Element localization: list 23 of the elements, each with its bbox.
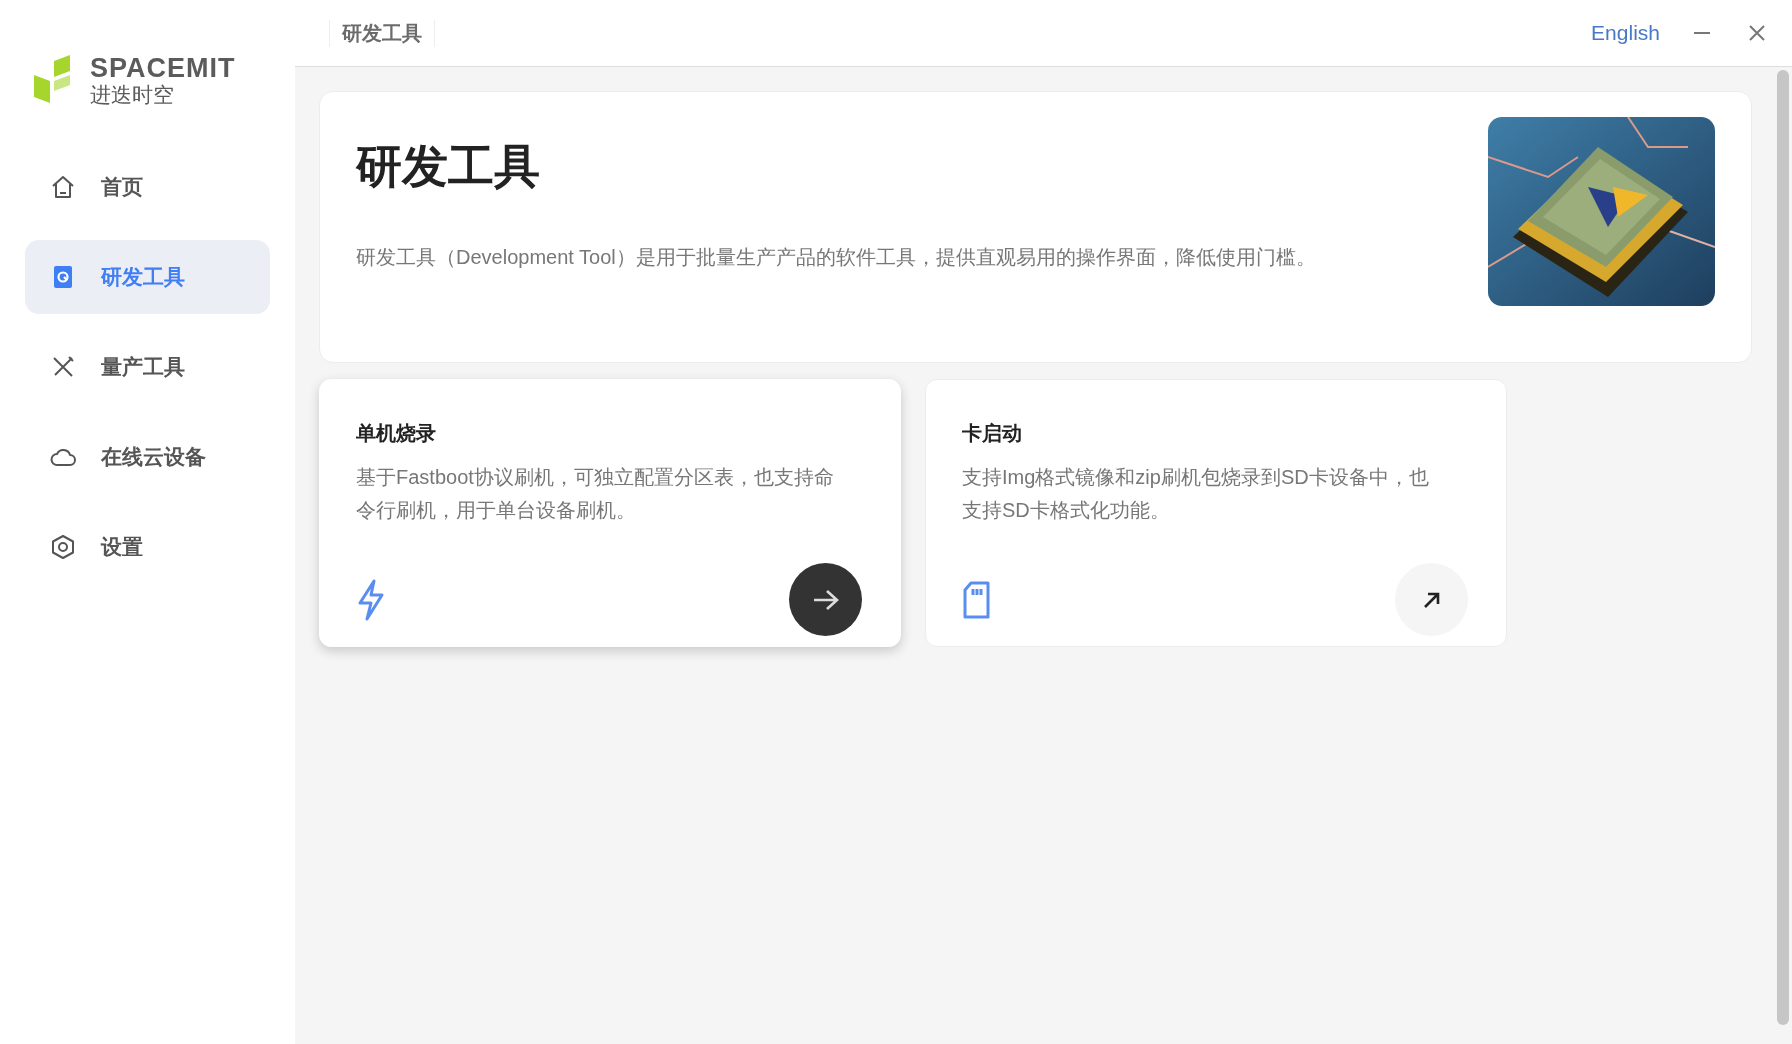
- close-icon: [1748, 24, 1766, 42]
- sidebar-item[interactable]: 设置: [25, 510, 270, 584]
- card-title: 卡启动: [962, 421, 1023, 446]
- arrow-right-icon: [811, 587, 840, 612]
- sidebar-item[interactable]: 首页: [25, 150, 270, 224]
- lightning-icon: [356, 578, 386, 621]
- card-description: 支持Img格式镜像和zip刷机包烧录到SD卡设备中，也支持SD卡格式化功能。: [962, 465, 1430, 523]
- minimize-icon: [1694, 32, 1710, 34]
- breadcrumb: 研发工具: [329, 19, 435, 47]
- card-title: 单机烧录: [356, 421, 437, 446]
- sd-card-icon: [962, 580, 992, 619]
- page-title: 研发工具: [356, 139, 541, 194]
- settings-icon: [49, 533, 77, 561]
- card-description: 基于Fastboot协议刷机，可独立配置分区表，也支持命令行刷机，用于单台设备刷机。: [356, 465, 835, 523]
- tool-card[interactable]: 卡启动 支持Img格式镜像和zip刷机包烧录到SD卡设备中，也支持SD卡格式化功能。: [925, 379, 1507, 647]
- language-link[interactable]: English: [1591, 21, 1660, 45]
- sidebar-item[interactable]: 量产工具: [25, 330, 270, 404]
- sidebar-item[interactable]: 在线云设备: [25, 420, 270, 494]
- logo-subtitle: 进迭时空: [90, 84, 175, 105]
- scrollbar[interactable]: [1777, 70, 1789, 1025]
- tool-card[interactable]: 单机烧录 基于Fastboot协议刷机，可独立配置分区表，也支持命令行刷机，用于单台设备刷机。: [319, 379, 901, 647]
- page-description: 研发工具（Development Tool）是用于批量生产产品的软件工具，提供直观易用的操作界面，降低使用门槛。: [356, 245, 1317, 270]
- logo-name: SPACEMIT: [90, 55, 236, 82]
